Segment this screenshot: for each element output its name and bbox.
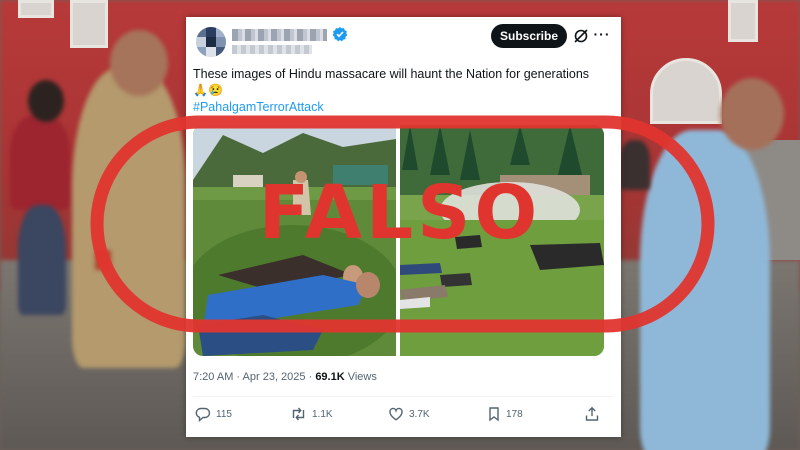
- bookmark-button[interactable]: 178: [487, 405, 523, 423]
- grok-icon[interactable]: [572, 27, 590, 45]
- officer-head: [110, 30, 168, 96]
- reply-button[interactable]: 115: [195, 405, 232, 423]
- tweet-card: Subscribe ··· These images of Hindu mass…: [186, 17, 621, 437]
- tweet-date[interactable]: Apr 23, 2025: [243, 371, 306, 383]
- tweet-emoji: 🙏😢: [193, 83, 223, 97]
- subscribe-button[interactable]: Subscribe: [491, 24, 567, 48]
- tweet-text: These images of Hindu massacare will hau…: [193, 67, 590, 81]
- belt: [95, 250, 111, 270]
- bookmark-icon: [489, 407, 499, 422]
- man-head: [720, 78, 784, 150]
- like-count: 3.7K: [409, 408, 430, 420]
- background-person: [620, 140, 650, 190]
- date-separator: ·: [233, 371, 243, 383]
- more-icon[interactable]: ···: [592, 24, 612, 46]
- building-window: [70, 0, 108, 48]
- share-button[interactable]: [584, 405, 605, 423]
- person-head: [28, 80, 64, 122]
- like-icon: [389, 407, 403, 421]
- person-red-shirt: [10, 115, 70, 210]
- views-label: Views: [344, 371, 377, 383]
- avatar[interactable]: [196, 27, 226, 57]
- share-icon: [585, 406, 599, 421]
- date-separator: ·: [305, 371, 316, 383]
- person-jeans: [18, 205, 66, 315]
- views-count: 69.1K: [315, 371, 345, 383]
- repost-count: 1.1K: [312, 408, 333, 420]
- police-officer: [72, 68, 186, 368]
- hashtag-link[interactable]: #PahalgamTerrorAttack: [193, 99, 324, 115]
- person-blue-gown: [640, 130, 770, 450]
- like-button[interactable]: 3.7K: [388, 405, 430, 423]
- reply-icon: [195, 407, 211, 422]
- media-photo-left[interactable]: [193, 125, 396, 356]
- building-window: [18, 0, 54, 18]
- bookmark-count: 178: [506, 408, 523, 420]
- verified-icon: [332, 26, 348, 42]
- building-window: [728, 0, 758, 42]
- timestamp-row: 7:20 AM · Apr 23, 2025 · 69.1K Views: [193, 370, 377, 384]
- display-name-pixelated[interactable]: [232, 29, 327, 41]
- handle-pixelated[interactable]: [232, 45, 312, 54]
- divider: [193, 396, 613, 397]
- repost-button[interactable]: 1.1K: [290, 405, 333, 423]
- tweet-time[interactable]: 7:20 AM: [193, 371, 233, 383]
- media-photo-right[interactable]: [400, 125, 604, 356]
- repost-icon: [292, 407, 305, 421]
- building-window: [650, 58, 722, 124]
- reply-count: 115: [216, 408, 232, 420]
- tweet-media[interactable]: [193, 125, 604, 356]
